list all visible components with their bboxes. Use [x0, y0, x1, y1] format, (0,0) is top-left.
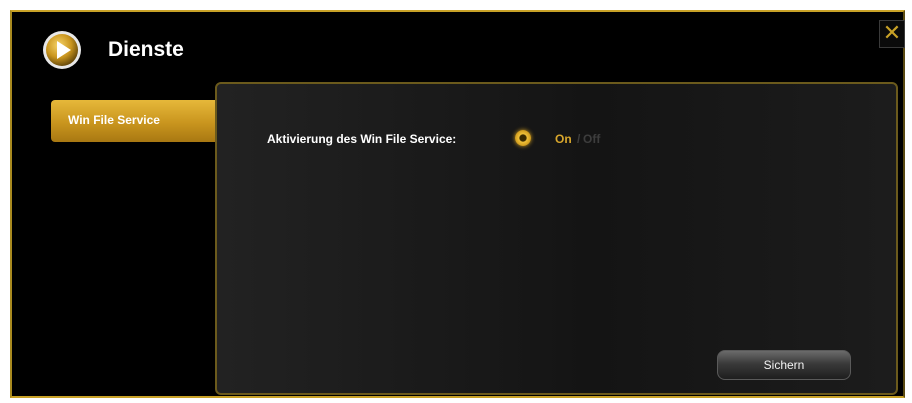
- play-circle-icon: [43, 31, 81, 69]
- on-radio[interactable]: [515, 130, 531, 146]
- save-button[interactable]: Sichern: [717, 350, 851, 380]
- option-off-label[interactable]: Off: [583, 132, 600, 146]
- sidebar-item-win-file-service[interactable]: Win File Service: [51, 100, 221, 142]
- sidebar-item-label: Win File Service: [68, 113, 160, 127]
- close-icon[interactable]: ✕: [879, 20, 905, 48]
- option-on-label[interactable]: On: [555, 132, 572, 146]
- option-separator: /: [577, 132, 581, 146]
- page-title: Dienste: [108, 38, 184, 61]
- win-file-service-label: Aktivierung des Win File Service:: [267, 132, 457, 146]
- services-dialog: ✕ Dienste Win File Service Aktivierung d…: [10, 10, 905, 398]
- settings-panel: Aktivierung des Win File Service: On / O…: [215, 82, 898, 395]
